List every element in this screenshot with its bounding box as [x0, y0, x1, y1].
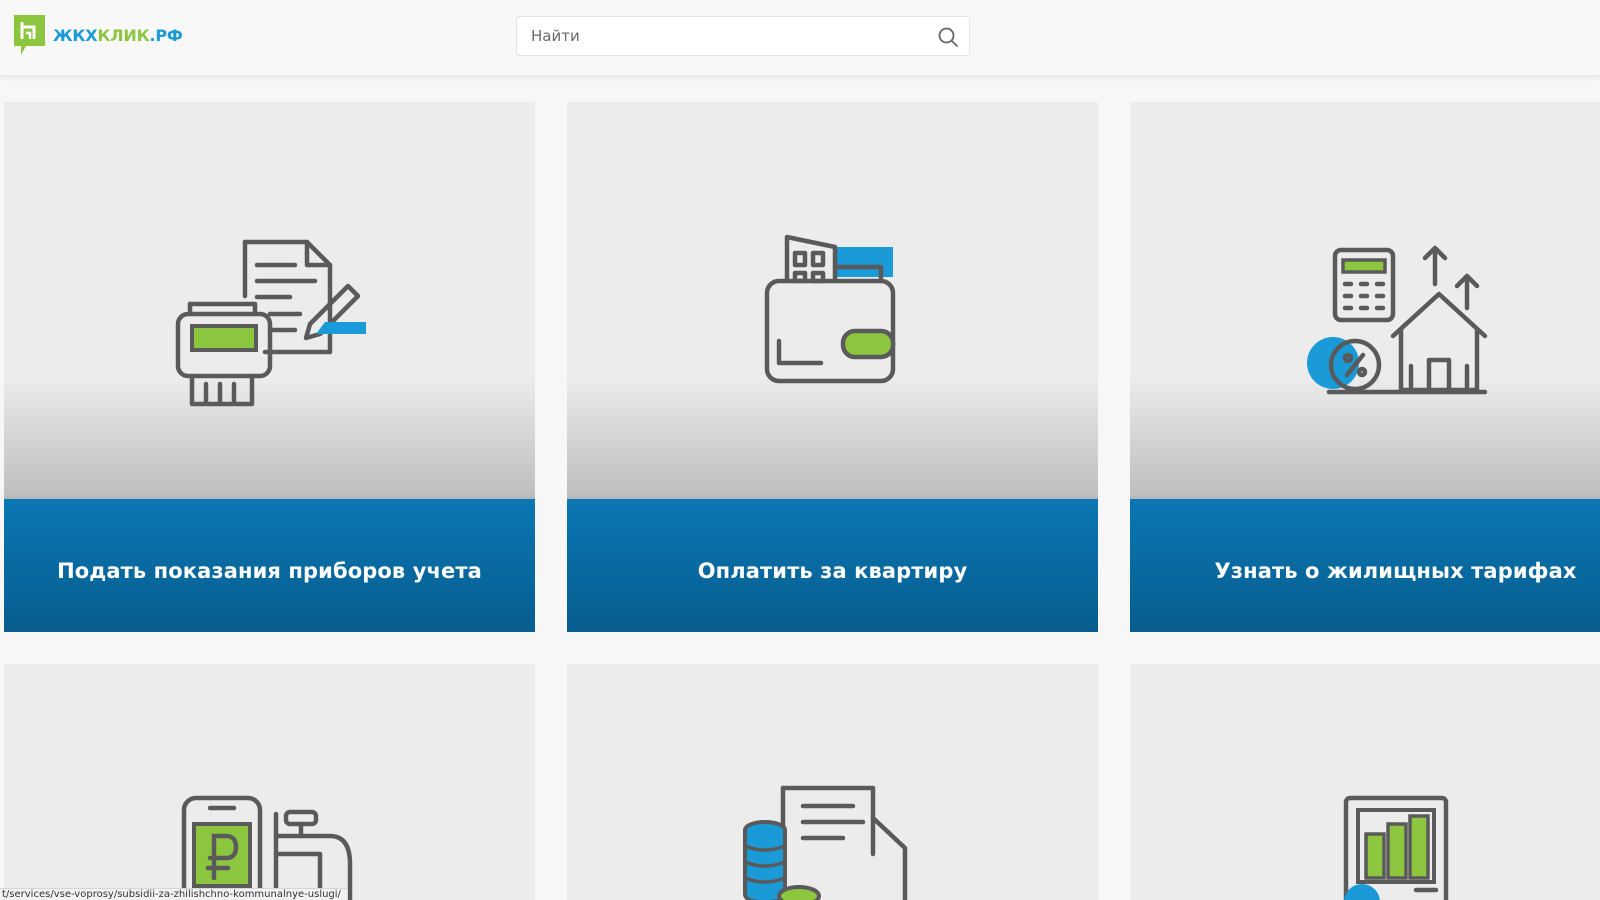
logo-part-a: ЖКХ — [53, 25, 98, 45]
card-title: Подать показания приборов учета — [57, 558, 482, 583]
phone-ruble-faucet-icon — [181, 795, 352, 900]
building-document-icon — [1343, 795, 1448, 900]
card-title: Оплатить за квартиру — [697, 558, 968, 583]
coins-envelope-icon — [742, 785, 907, 900]
card-title-band: Подать показания приборов учета — [4, 499, 535, 632]
card-title-band: Оплатить за квартиру — [567, 499, 1098, 632]
logo-part-b: КЛИК — [97, 25, 150, 45]
status-bar-url: t/services/vse-voprosy/subsidii-za-zhili… — [0, 888, 348, 900]
card-payments-info[interactable] — [567, 664, 1098, 900]
meter-document-icon — [175, 239, 366, 407]
logo-house-icon — [14, 15, 45, 55]
search-input[interactable] — [517, 17, 927, 55]
card-meter-readings[interactable]: Подать показания приборов учета — [4, 102, 535, 632]
card-pay-apartment[interactable]: Оплатить за квартиру — [567, 102, 1098, 632]
wallet-building-icon — [764, 234, 895, 384]
search-box — [516, 16, 970, 56]
site-header: ЖКХКЛИК.РФ — [0, 0, 1600, 75]
card-housing-tariffs[interactable]: Узнать о жилищных тарифах — [1130, 102, 1600, 632]
logo-part-c: .РФ — [149, 25, 183, 45]
search-icon[interactable] — [937, 26, 959, 48]
card-management-companies[interactable] — [1130, 664, 1600, 900]
card-title: Узнать о жилищных тарифах — [1214, 558, 1577, 583]
logo-wordmark: ЖКХКЛИК.РФ — [53, 26, 183, 45]
card-subsidies[interactable] — [4, 664, 535, 900]
calculator-house-tariff-icon — [1306, 245, 1487, 395]
card-title-band: Узнать о жилищных тарифах — [1130, 499, 1600, 632]
site-logo[interactable]: ЖКХКЛИК.РФ — [12, 13, 183, 57]
